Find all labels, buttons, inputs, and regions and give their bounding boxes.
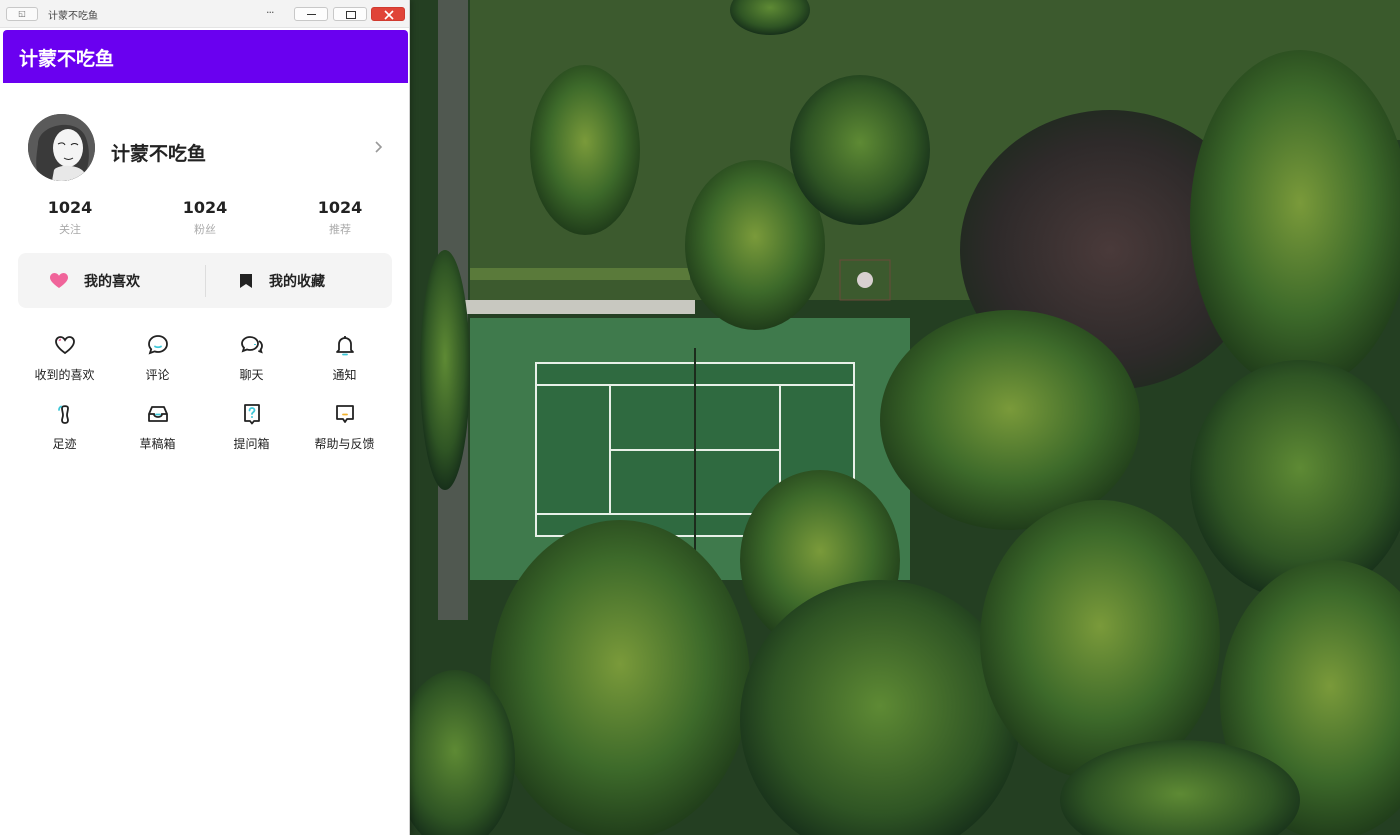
- stat-label: 粉丝: [194, 223, 216, 236]
- grid-item-received-likes[interactable]: 收到的喜欢: [18, 330, 111, 390]
- grid-item-label: 足迹: [52, 437, 77, 451]
- question-box-icon: [244, 404, 260, 425]
- inbox-icon: [148, 406, 168, 422]
- stats-row: 1024 关注 1024 粉丝 1024 推荐: [0, 198, 410, 242]
- app-icon: ◱: [6, 7, 38, 21]
- more-options-button[interactable]: ···: [266, 6, 274, 19]
- grid-item-label: 收到的喜欢: [34, 368, 95, 382]
- feedback-icon: [336, 405, 354, 423]
- stat-followers[interactable]: 1024 粉丝: [160, 198, 250, 237]
- grid-item-footprints[interactable]: 足迹: [18, 399, 111, 459]
- grid-item-label: 草稿箱: [139, 437, 176, 451]
- minimize-button[interactable]: [294, 7, 328, 21]
- profile-header[interactable]: 计蒙不吃鱼: [0, 112, 410, 184]
- heart-icon: [50, 272, 68, 288]
- profile-name: 计蒙不吃鱼: [111, 143, 207, 165]
- close-icon: [384, 10, 394, 20]
- my-collections-label: 我的收藏: [269, 273, 325, 290]
- stat-label: 推荐: [329, 223, 351, 236]
- window-titlebar[interactable]: ◱ 计蒙不吃鱼 ···: [0, 0, 409, 28]
- my-likes-button[interactable]: 我的喜欢: [50, 253, 140, 308]
- grid-item-chat[interactable]: 聊天: [205, 330, 298, 390]
- stat-value: 1024: [317, 198, 363, 217]
- stat-value: 1024: [182, 198, 228, 217]
- chat-icon: [241, 336, 263, 354]
- grid-item-question-box[interactable]: 提问箱: [205, 399, 298, 459]
- maximize-button[interactable]: [333, 7, 367, 21]
- my-likes-label: 我的喜欢: [84, 273, 140, 290]
- window-title: 计蒙不吃鱼: [48, 11, 98, 22]
- bookmark-icon: [240, 273, 252, 288]
- grid-item-help-feedback[interactable]: 帮助与反馈: [298, 399, 391, 459]
- stat-label: 关注: [59, 223, 81, 236]
- chevron-right-icon[interactable]: [374, 140, 384, 154]
- app-window: ◱ 计蒙不吃鱼 ··· 计蒙不吃鱼 计蒙不吃鱼 1024 关注 1024 粉丝 …: [0, 0, 410, 835]
- stat-following[interactable]: 1024 关注: [25, 198, 115, 237]
- grid-item-drafts[interactable]: 草稿箱: [111, 399, 204, 459]
- stat-value: 1024: [47, 198, 93, 217]
- bell-icon: [336, 336, 354, 356]
- grid-item-label: 帮助与反馈: [314, 437, 375, 451]
- heart-outline-icon: [55, 336, 75, 355]
- avatar-portrait-icon: [28, 114, 95, 181]
- grid-item-label: 聊天: [239, 368, 264, 382]
- grid-item-comments[interactable]: 评论: [111, 330, 204, 390]
- app-bar: 计蒙不吃鱼: [3, 30, 408, 83]
- page-title: 计蒙不吃鱼: [19, 48, 115, 70]
- footprint-icon: [58, 405, 69, 424]
- my-collections-button[interactable]: 我的收藏: [239, 253, 325, 308]
- grid-item-label: 评论: [145, 368, 170, 382]
- panel-divider: [205, 265, 206, 297]
- avatar[interactable]: [28, 114, 95, 181]
- comment-icon: [148, 335, 168, 355]
- close-button[interactable]: [371, 7, 405, 21]
- likes-collections-panel: 我的喜欢 我的收藏: [18, 253, 392, 308]
- grid-item-notifications[interactable]: 通知: [298, 330, 391, 390]
- grid-item-label: 提问箱: [233, 437, 270, 451]
- stat-recommend[interactable]: 1024 推荐: [295, 198, 385, 237]
- grid-item-label: 通知: [332, 368, 357, 382]
